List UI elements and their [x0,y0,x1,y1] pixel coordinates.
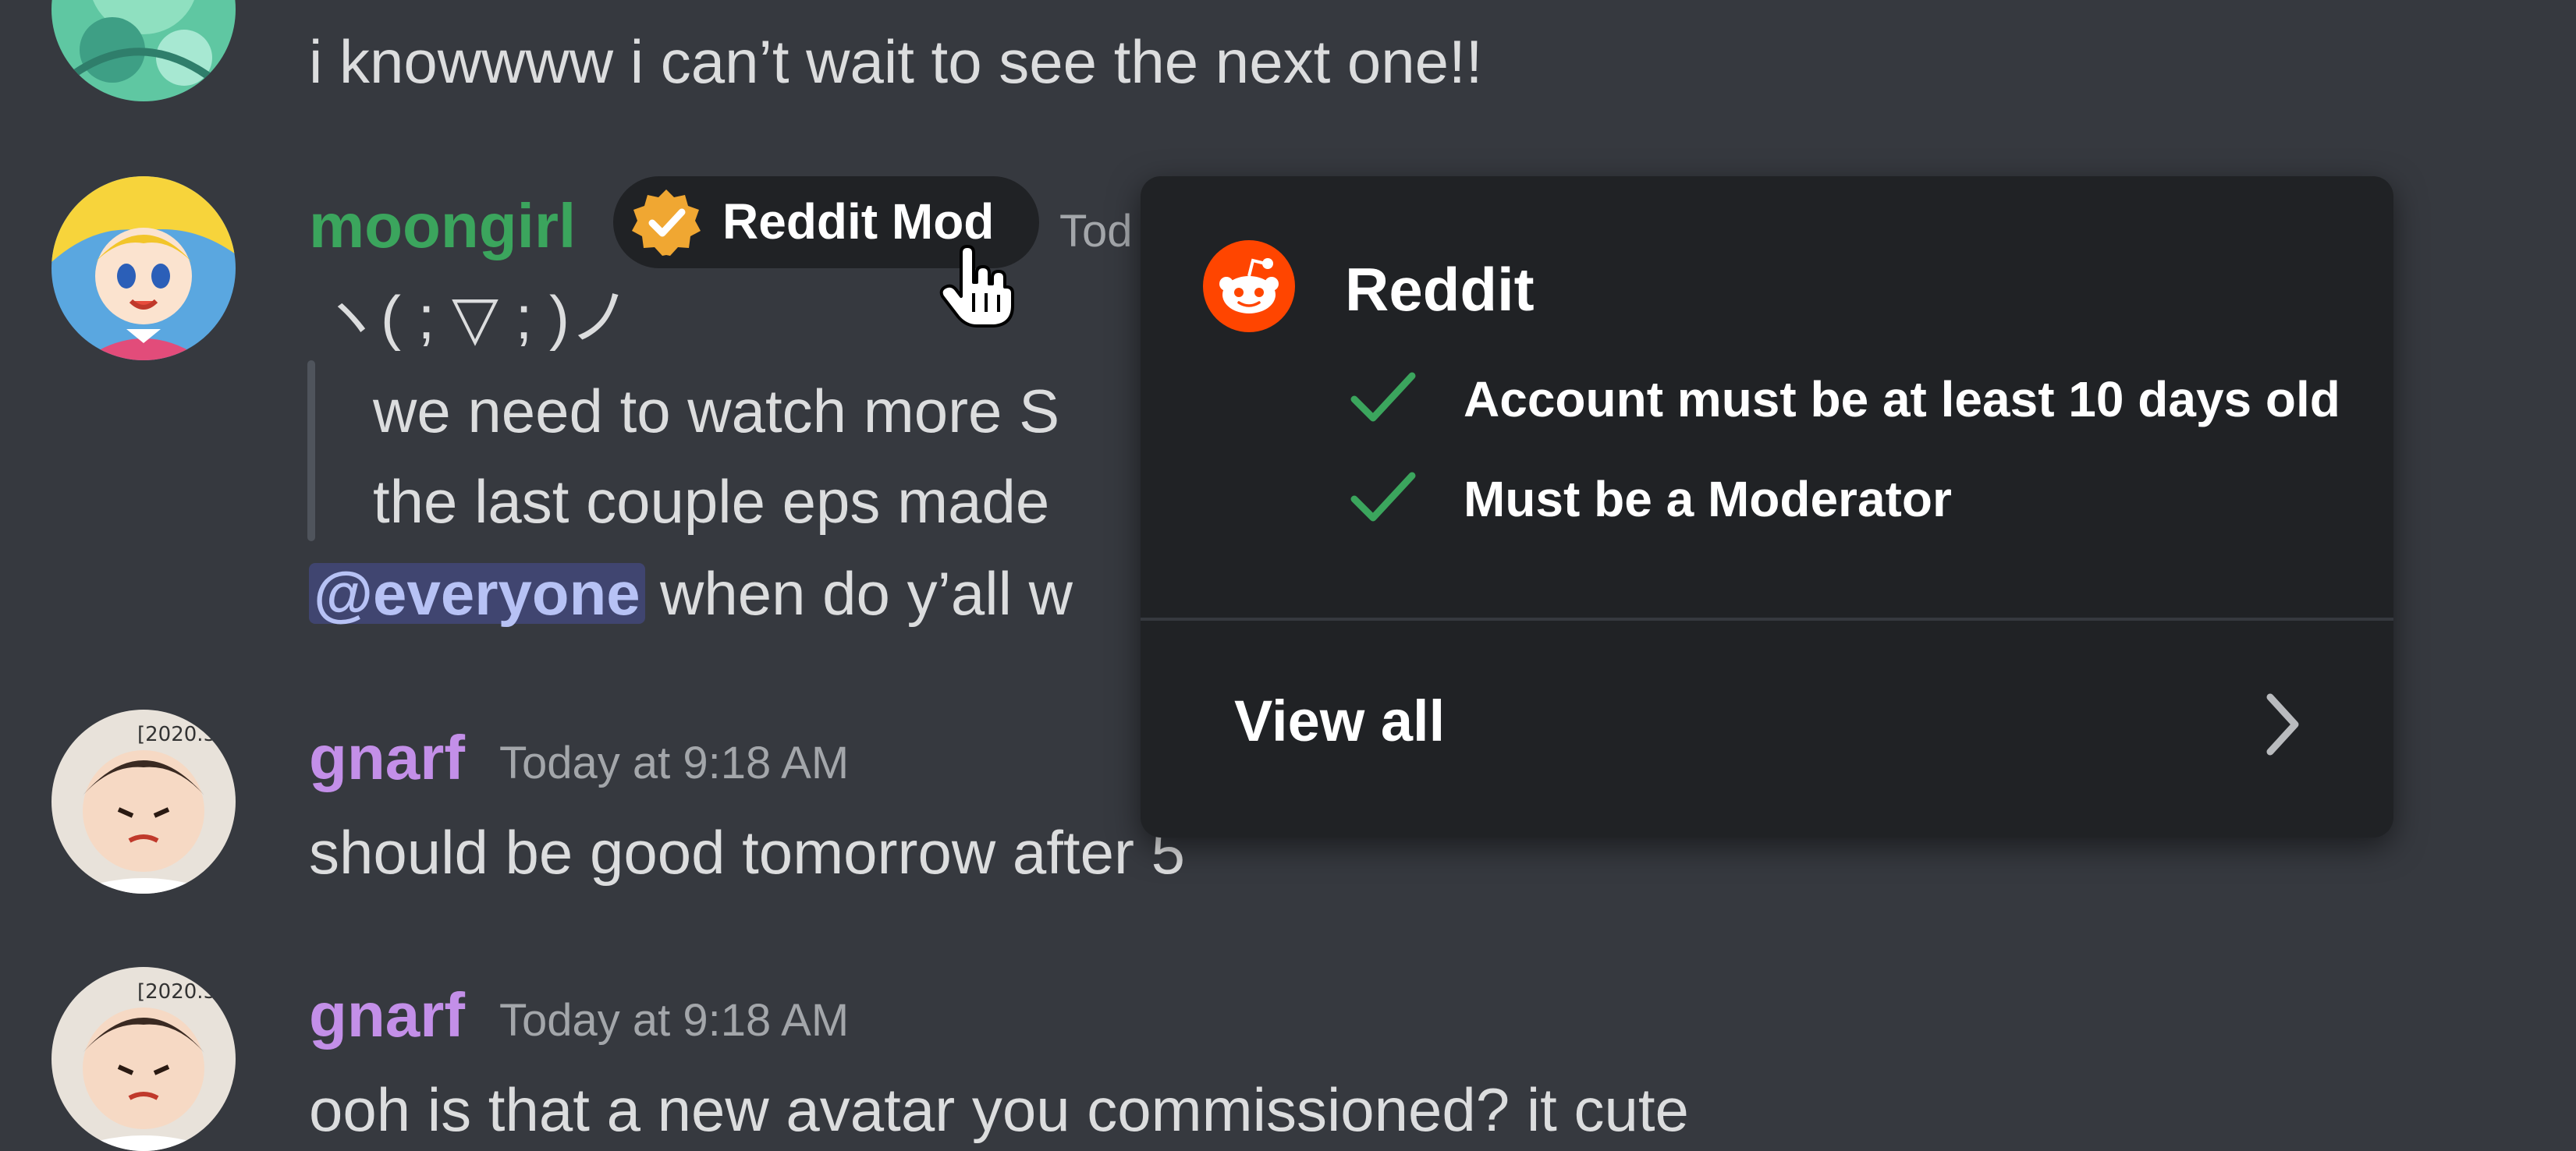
chevron-right-icon [2266,693,2299,756]
requirement-row [1350,543,2364,605]
svg-text:[2020.3: [2020.3 [137,980,216,1004]
username[interactable]: moongirl [309,195,576,257]
check-icon [1350,472,1416,522]
svg-text:[2020.3: [2020.3 [137,723,216,746]
hand-cursor-icon [939,245,1014,328]
message-text: i knowwww i can’t wait to see the next o… [309,27,1483,96]
verified-badge-icon [632,189,701,256]
view-all-button[interactable]: View all [1141,621,2393,838]
username[interactable]: gnarf [309,727,465,789]
popover-title: Reddit [1345,255,1535,324]
timestamp: Today at 9:18 AM [499,738,850,788]
avatar[interactable]: [2020.3 [51,710,236,894]
message-text: when do y’all w [660,559,1073,628]
quote-text: we need to watch more S [373,377,1060,445]
message-text: ooh is that a new avatar you commissione… [309,1075,1689,1144]
quote-bar [307,360,315,541]
avatar-image: [2020.3 [51,710,236,894]
requirement-label: Must be a Moderator [1464,471,1952,527]
avatar[interactable] [51,0,236,101]
timestamp: Today at 9:18 AM [499,995,850,1046]
timestamp: Tod [1059,206,1133,257]
mention-everyone[interactable]: @everyone [309,563,645,624]
check-icon [1350,372,1416,422]
avatar[interactable] [51,176,236,360]
message-text: should be good tomorrow after 5 [309,818,1186,887]
avatar-image: [2020.3 [51,967,236,1151]
reddit-icon [1203,240,1295,332]
avatar-image [51,0,236,101]
message-text: ヽ( ; ▽ ; )ノ [320,283,630,352]
quote-text: the last couple eps made [373,467,1050,536]
requirement-row: Must be a Moderator [1350,466,2364,529]
requirement-label: Account must be at least 10 days old [1464,371,2340,427]
username[interactable]: gnarf [309,984,465,1047]
role-popover: Reddit Account must be at least 10 days … [1141,176,2393,838]
view-all-label: View all [1234,689,1446,753]
avatar[interactable]: [2020.3 [51,967,236,1151]
role-badge-label: Reddit Mod [722,193,995,250]
avatar-image [51,176,236,360]
requirement-row: Account must be at least 10 days old [1350,367,2364,429]
